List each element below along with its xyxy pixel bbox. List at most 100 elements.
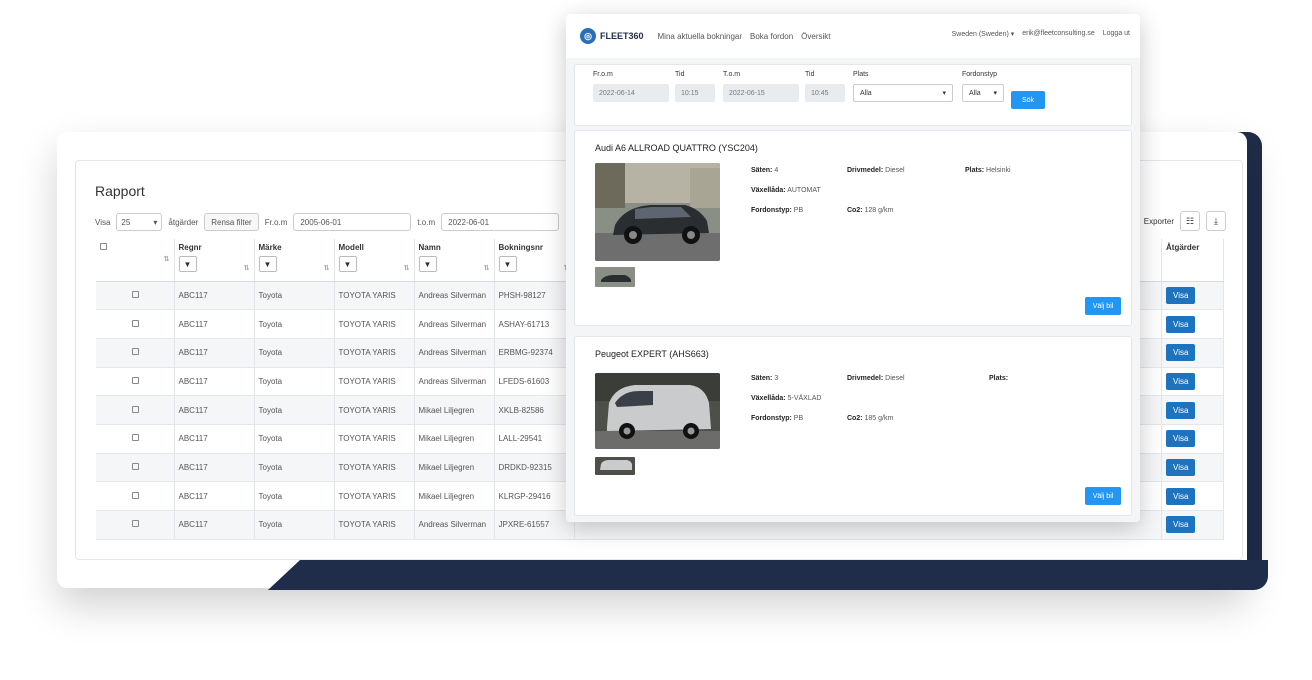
- filter-icon[interactable]: ▼: [498, 256, 517, 272]
- to-date-input[interactable]: 2022-06-15: [723, 84, 799, 102]
- row-checkbox[interactable]: [132, 376, 139, 384]
- cell-name: Mikael Liljegren: [414, 481, 495, 511]
- view-button[interactable]: Visa: [1166, 286, 1196, 304]
- select-vehicle-button[interactable]: Välj bil: [1085, 487, 1121, 505]
- row-checkbox[interactable]: [132, 462, 139, 470]
- from-date-input[interactable]: 2005-06-01: [293, 213, 412, 231]
- column-header-regnr[interactable]: Regnr ▼ ⇅: [174, 239, 255, 282]
- vehicle-thumbnail[interactable]: [595, 457, 635, 475]
- view-button[interactable]: Visa: [1166, 315, 1196, 333]
- row-checkbox[interactable]: [132, 290, 139, 298]
- from-time-label: Tid: [675, 71, 685, 78]
- region-menu[interactable]: Sweden (Sweden) ▾: [952, 30, 1015, 38]
- filter-icon[interactable]: ▼: [338, 256, 357, 272]
- logout-link[interactable]: Logga ut: [1103, 30, 1130, 38]
- spec-label: Drivmedel:: [847, 167, 884, 174]
- vehicle-thumbnail[interactable]: [595, 267, 635, 287]
- spec-place: Plats:: [989, 375, 1008, 382]
- sort-icon[interactable]: ⇅: [244, 264, 250, 272]
- filter-icon[interactable]: ▼: [258, 256, 277, 272]
- cell-make: Toyota: [254, 481, 335, 511]
- column-header-booking[interactable]: Bokningsnr ▼ ⇅: [494, 239, 575, 282]
- cell-model: TOYOTA YARIS: [334, 453, 415, 483]
- filter-icon[interactable]: ▼: [418, 256, 437, 272]
- cell-model: TOYOTA YARIS: [334, 338, 415, 368]
- nav-link-overview[interactable]: Översikt: [801, 32, 830, 41]
- select-all-checkbox[interactable]: [100, 243, 107, 250]
- to-date-input[interactable]: 2022-06-01: [441, 213, 560, 231]
- row-checkbox[interactable]: [132, 434, 139, 442]
- row-checkbox[interactable]: [132, 405, 139, 413]
- view-button[interactable]: Visa: [1166, 487, 1196, 505]
- page-size-select[interactable]: 25 ▾: [116, 213, 163, 231]
- clear-filter-button[interactable]: Rensa filter: [204, 213, 259, 231]
- cell-booking: ASHAY-61713: [494, 309, 575, 339]
- sort-icon[interactable]: ⇅: [404, 264, 410, 272]
- view-button[interactable]: Visa: [1166, 516, 1196, 534]
- column-header-make[interactable]: Märke ▼ ⇅: [254, 239, 335, 282]
- cell-model: TOYOTA YARIS: [334, 367, 415, 397]
- vehicle-type-select[interactable]: Alla ▾: [962, 84, 1004, 102]
- download-icon[interactable]: ⤓: [1206, 211, 1226, 231]
- search-button[interactable]: Sök: [1011, 91, 1045, 109]
- row-checkbox[interactable]: [132, 491, 139, 499]
- select-all-header: ⇅: [96, 239, 175, 282]
- brand-logo[interactable]: ◎ FLEET360: [580, 28, 644, 44]
- spec-label: Fordonstyp:: [751, 415, 792, 422]
- from-label: Fr.o.m: [264, 217, 288, 227]
- column-header-label: Märke: [258, 243, 282, 252]
- spec-label: Plats:: [965, 167, 985, 174]
- columns-icon[interactable]: ☷: [1180, 211, 1200, 231]
- sort-icon[interactable]: ⇅: [164, 255, 170, 263]
- cell-model: TOYOTA YARIS: [334, 510, 415, 540]
- cell-model: TOYOTA YARIS: [334, 424, 415, 454]
- vehicle-photo[interactable]: [595, 373, 720, 449]
- from-time-input[interactable]: 10:15: [675, 84, 715, 102]
- to-date-label: T.o.m: [723, 71, 741, 78]
- column-header-model[interactable]: Modell ▼ ⇅: [334, 239, 415, 282]
- row-checkbox[interactable]: [132, 348, 139, 356]
- column-header-name[interactable]: Namn ▼ ⇅: [414, 239, 495, 282]
- to-time-input[interactable]: 10:45: [805, 84, 845, 102]
- view-button[interactable]: Visa: [1166, 458, 1196, 476]
- from-date-field: Fr.o.m 2022-06-14: [593, 71, 669, 102]
- to-date-field: T.o.m 2022-06-15: [723, 71, 799, 102]
- chevron-down-icon: ▾: [993, 90, 997, 97]
- select-vehicle-button[interactable]: Välj bil: [1085, 297, 1121, 315]
- view-button[interactable]: Visa: [1166, 401, 1196, 419]
- view-button[interactable]: Visa: [1166, 372, 1196, 390]
- export-label[interactable]: Exporter: [1144, 217, 1174, 226]
- place-label: Plats: [853, 71, 869, 78]
- cell-action: Visa: [1161, 481, 1224, 511]
- cell-regnr: ABC117: [174, 338, 255, 368]
- brand-name: FLEET360: [600, 31, 644, 41]
- place-value: Alla: [860, 89, 872, 97]
- page-title: Rapport: [95, 183, 145, 199]
- cell-action: Visa: [1161, 453, 1224, 483]
- row-checkbox[interactable]: [132, 520, 139, 528]
- vehicle-type-label: Fordonstyp: [962, 71, 998, 78]
- cell-booking: XKLB-82586: [494, 395, 575, 425]
- spec-seats: Säten: 4: [751, 167, 778, 174]
- nav-link-bookings[interactable]: Mina aktuella bokningar: [658, 32, 743, 41]
- spec-value: 5-VÄXLAD: [787, 395, 822, 402]
- sort-icon[interactable]: ⇅: [484, 264, 490, 272]
- vehicle-photo[interactable]: [595, 163, 720, 261]
- from-date-input[interactable]: 2022-06-14: [593, 84, 669, 102]
- spec-label: Säten:: [751, 167, 773, 174]
- nav-link-book-vehicle[interactable]: Boka fordon: [750, 32, 793, 41]
- from-date-label: Fr.o.m: [593, 71, 613, 78]
- sort-icon[interactable]: ⇅: [324, 264, 330, 272]
- place-select[interactable]: Alla ▾: [853, 84, 953, 102]
- view-button[interactable]: Visa: [1166, 344, 1196, 362]
- spec-gear: Växellåda: 5-VÄXLAD: [751, 395, 821, 402]
- filter-icon[interactable]: ▼: [178, 256, 197, 272]
- spec-value: 3: [774, 375, 779, 382]
- spec-value: 128 g/km: [864, 207, 894, 214]
- cell-model: TOYOTA YARIS: [334, 481, 415, 511]
- row-checkbox[interactable]: [132, 319, 139, 327]
- cell-name: Mikael Liljegren: [414, 395, 495, 425]
- cell-action: Visa: [1161, 338, 1224, 368]
- view-button[interactable]: Visa: [1166, 430, 1196, 448]
- user-email[interactable]: erik@fleetconsulting.se: [1022, 30, 1094, 38]
